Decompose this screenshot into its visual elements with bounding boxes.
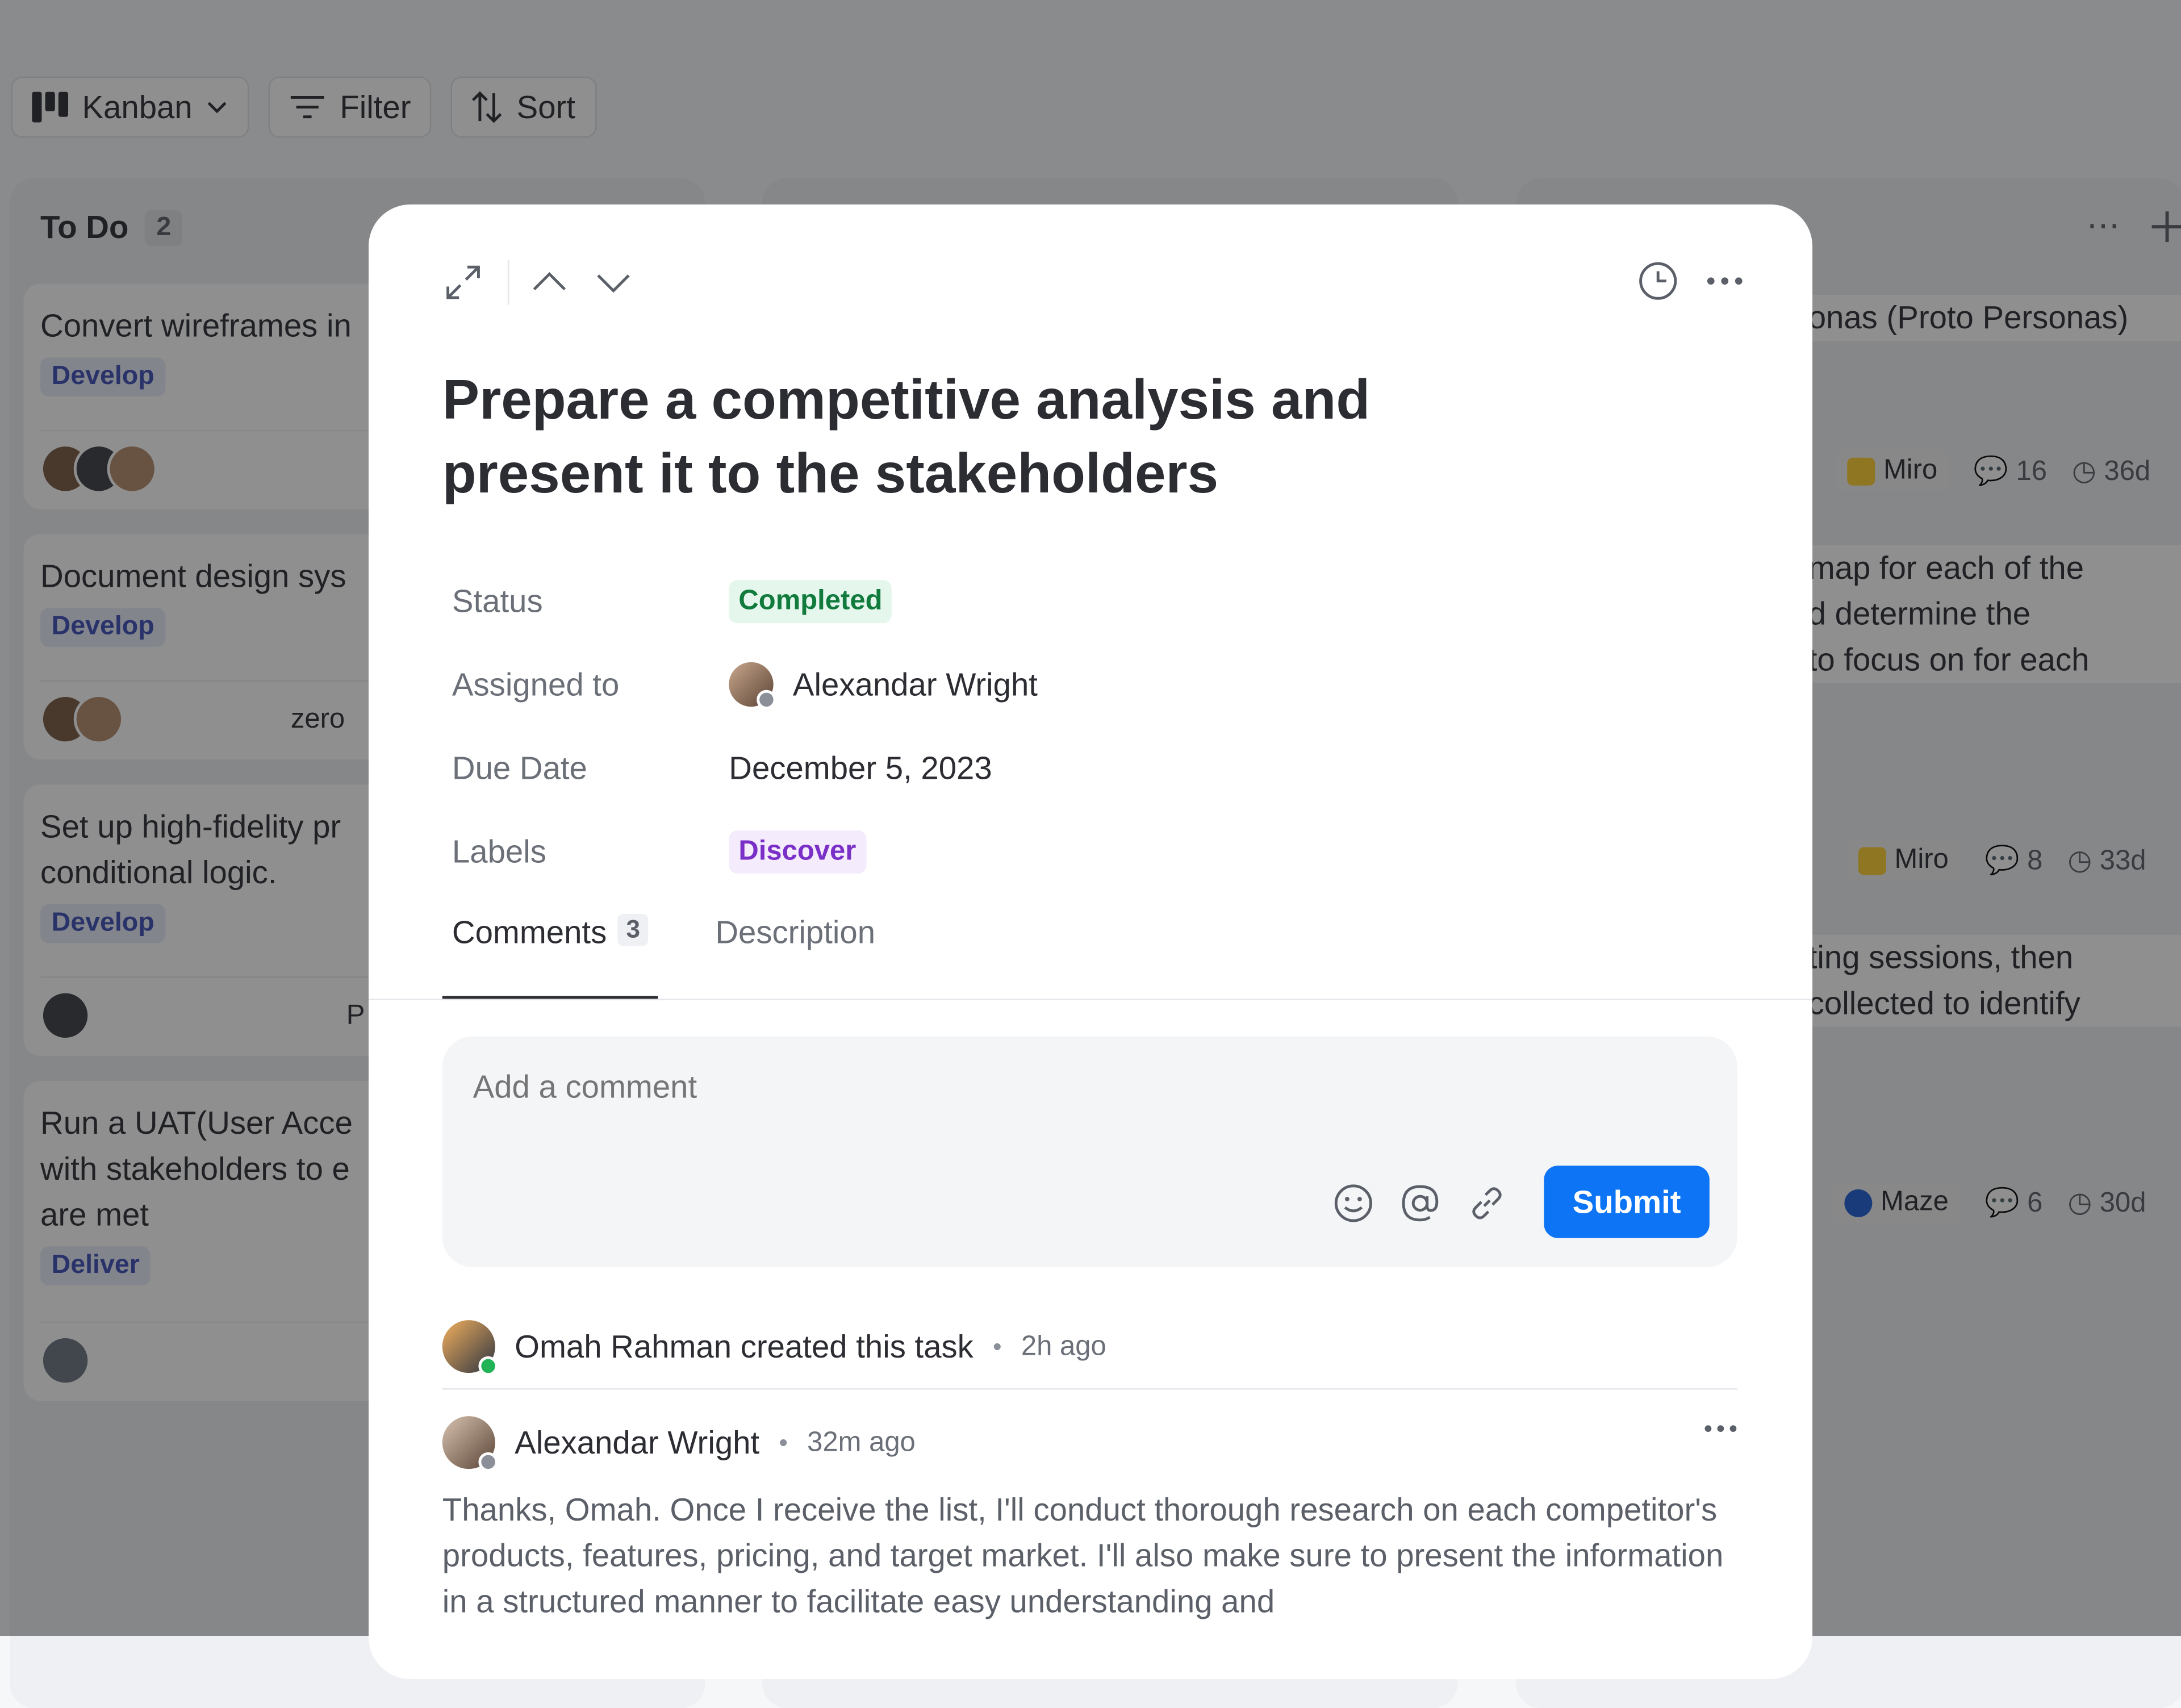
presence-indicator [478, 1452, 498, 1472]
assignee-value[interactable]: Alexandar Wright [729, 662, 1038, 709]
separator-dot: • [779, 1427, 788, 1456]
status-row: Status Completed [452, 559, 1038, 642]
labels-row: Labels Discover [452, 809, 1038, 893]
status-label: Status [452, 582, 543, 619]
task-properties: Status Completed Assigned to Alexandar W… [452, 559, 1038, 893]
presence-indicator [478, 1356, 498, 1376]
chevron-up-icon[interactable] [529, 269, 570, 297]
task-title: Prepare a competitive analysis and prese… [442, 370, 1371, 505]
comment-body: Thanks, Omah. Once I receive the list, I… [442, 1491, 1724, 1619]
due-date-row: Due Date December 5, 2023 [452, 726, 1038, 809]
separator-dot: • [993, 1331, 1002, 1360]
chevron-down-icon[interactable] [592, 269, 634, 297]
assigned-label: Assigned to [452, 665, 620, 702]
history-clock-icon[interactable] [1637, 260, 1678, 302]
task-detail-modal: Prepare a competitive analysis and prese… [368, 204, 1813, 1679]
tab-label: Comments [452, 913, 607, 950]
tab-label: Description [715, 913, 876, 950]
comment-more-icon[interactable] [1704, 1423, 1737, 1434]
activity-entry: Omah Rahman created this task • 2h ago [442, 1305, 1737, 1390]
label-badge[interactable]: Discover [729, 829, 866, 873]
presence-indicator [757, 690, 776, 709]
status-badge[interactable]: Completed [729, 579, 892, 623]
submit-button[interactable]: Submit [1544, 1166, 1710, 1238]
modal-toolbar [444, 260, 1743, 310]
avatar [442, 1416, 498, 1472]
link-icon[interactable] [1466, 1183, 1507, 1224]
activity-text: Omah Rahman created this task [515, 1327, 973, 1364]
assignee-name: Alexandar Wright [792, 665, 1038, 702]
avatar [442, 1320, 498, 1376]
expand-icon[interactable] [444, 263, 483, 302]
due-date-label: Due Date [452, 749, 587, 786]
composer-tools [1332, 1183, 1508, 1224]
divider [368, 999, 1813, 1000]
mention-icon[interactable] [1399, 1183, 1441, 1224]
more-options-icon[interactable] [1707, 275, 1743, 287]
emoji-icon[interactable] [1332, 1183, 1374, 1224]
comment-author: Alexandar Wright [515, 1423, 760, 1460]
comment-input[interactable] [470, 1067, 1310, 1108]
comment-item: Alexandar Wright • 32m ago Thanks, Omah.… [442, 1415, 1737, 1625]
comment-time: 32m ago [807, 1426, 916, 1458]
due-date-value[interactable]: December 5, 2023 [729, 749, 992, 787]
tab-comments[interactable]: Comments 3 [442, 913, 658, 1000]
comment-composer: Submit [442, 1036, 1737, 1268]
divider [507, 260, 509, 305]
activity-time: 2h ago [1021, 1330, 1106, 1362]
labels-label: Labels [452, 832, 546, 869]
tab-description[interactable]: Description [705, 914, 885, 1000]
tab-count: 3 [617, 913, 649, 946]
assignee-row: Assigned to Alexandar Wright [452, 642, 1038, 726]
avatar [729, 662, 776, 709]
comment-header: Alexandar Wright • 32m ago [442, 1415, 1737, 1472]
detail-tabs: Comments 3 Description [442, 913, 885, 1000]
